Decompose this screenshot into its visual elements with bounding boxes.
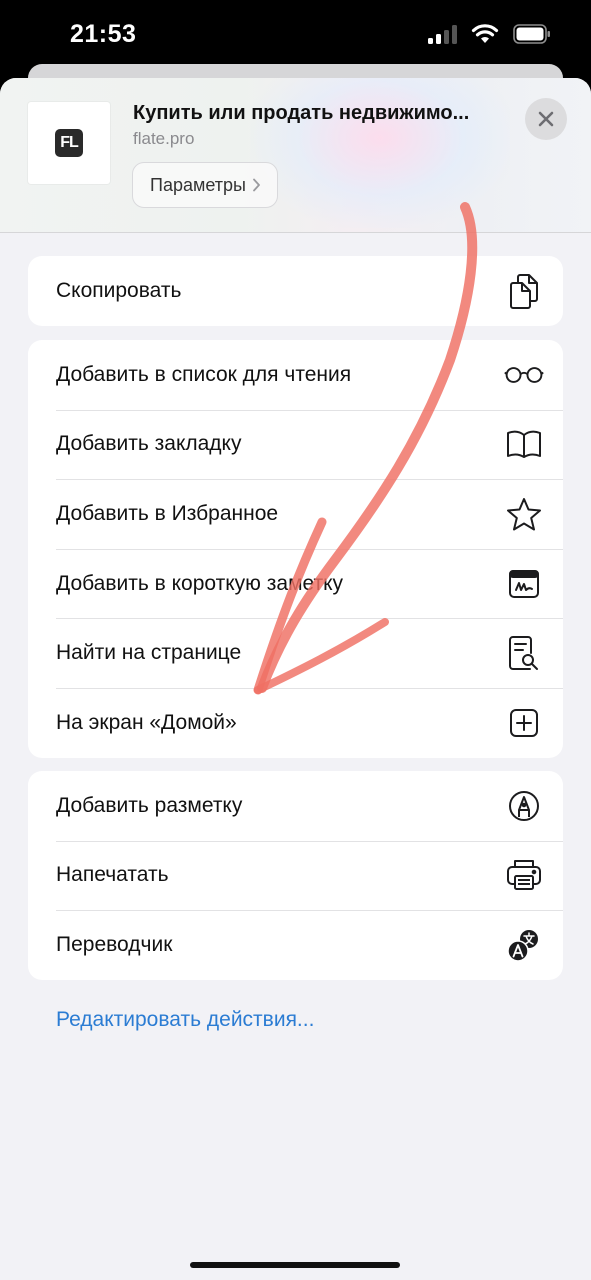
action-label: Добавить закладку [56, 432, 242, 456]
markup-pen-icon [504, 786, 544, 826]
action-add-reading-list[interactable]: Добавить в список для чтения [28, 340, 563, 410]
actions-group-page: Добавить в список для чтения Добавить за… [28, 340, 563, 758]
close-button[interactable] [525, 98, 567, 140]
add-square-icon [504, 703, 544, 743]
action-label: Добавить в список для чтения [56, 362, 352, 386]
action-add-quick-note[interactable]: Добавить в короткую заметку [28, 548, 563, 619]
action-label: Добавить разметку [56, 793, 243, 817]
action-label: На экран «Домой» [56, 710, 237, 734]
edit-actions-link[interactable]: Редактировать действия... [56, 1008, 314, 1032]
action-add-home-screen[interactable]: На экран «Домой» [28, 687, 563, 758]
close-icon [538, 111, 554, 127]
site-icon: FL [28, 102, 110, 184]
action-copy[interactable]: Скопировать [28, 256, 563, 326]
action-find-on-page[interactable]: Найти на странице [28, 618, 563, 688]
action-add-bookmark[interactable]: Добавить закладку [28, 409, 563, 480]
page-title: Купить или продать недвижимо... [133, 102, 470, 124]
action-translate[interactable]: Переводчик [28, 910, 563, 980]
actions-group-copy: Скопировать [28, 256, 563, 326]
action-label: Скопировать [56, 278, 182, 302]
action-add-favorites[interactable]: Добавить в Избранное [28, 479, 563, 549]
translate-icon [504, 925, 544, 965]
cellular-signal-icon [428, 24, 457, 44]
options-label: Параметры [150, 174, 246, 195]
wifi-icon [471, 24, 499, 43]
quick-note-icon [504, 564, 544, 604]
page-domain: flate.pro [133, 129, 195, 148]
options-button[interactable]: Параметры [132, 162, 278, 208]
action-label: Найти на странице [56, 641, 242, 665]
action-markup[interactable]: Добавить разметку [28, 771, 563, 841]
glasses-icon [504, 355, 544, 395]
find-on-page-icon [504, 633, 544, 673]
star-icon [504, 494, 544, 534]
action-label: Добавить в Избранное [56, 501, 279, 525]
battery-icon [513, 24, 550, 44]
chevron-right-icon [253, 178, 260, 192]
status-icons [428, 24, 551, 44]
header-glow [250, 78, 510, 228]
action-label: Напечатать [56, 863, 169, 887]
home-indicator [190, 1262, 400, 1268]
book-icon [504, 424, 544, 464]
site-logo: FL [55, 129, 83, 157]
printer-icon [504, 855, 544, 895]
status-time: 21:53 [70, 20, 137, 48]
action-print[interactable]: Напечатать [28, 840, 563, 911]
action-label: Переводчик [56, 932, 173, 956]
share-sheet-header: FL Купить или продать недвижимо... flate… [0, 78, 591, 233]
share-sheet: FL Купить или продать недвижимо... flate… [0, 78, 591, 1280]
actions-group-tools: Добавить разметку Напечатать Переводчик [28, 771, 563, 980]
action-label: Добавить в короткую заметку [56, 571, 344, 595]
copy-icon [504, 271, 544, 311]
